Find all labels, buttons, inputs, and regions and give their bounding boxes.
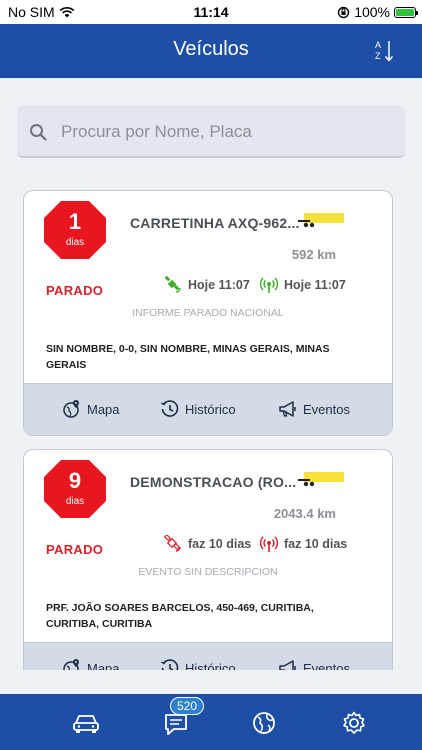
map-button[interactable]: Mapa	[62, 399, 120, 419]
gps-time-label: Hoje 11:07	[188, 278, 250, 292]
vehicle-card[interactable]: 1 dias CARRETINHA AXQ-962... 592 km PARA…	[23, 190, 393, 436]
days-stopped-badge: 1 dias	[44, 201, 106, 259]
gps-time-label: faz 10 dias	[188, 537, 252, 551]
map-button[interactable]: Mapa	[62, 658, 120, 670]
status-label: PARADO	[46, 283, 104, 298]
distance-label: 592 km	[291, 247, 336, 262]
days-number: 1	[68, 209, 82, 234]
vehicle-name: CARRETINHA AXQ-962...	[130, 215, 300, 231]
tab-settings[interactable]	[340, 710, 368, 736]
history-label: Histórico	[185, 401, 236, 417]
status-label: PARADO	[46, 542, 104, 557]
navigation-bar: Veículos A Z	[0, 24, 422, 78]
history-button[interactable]: Histórico	[160, 658, 236, 670]
events-label: Eventos	[303, 660, 350, 671]
signal-time: Hoje 11:07	[260, 275, 346, 295]
globe-pin-icon	[63, 400, 79, 418]
status-bar: No SIM 11:14 100%	[0, 0, 422, 24]
orientation-lock-icon	[337, 6, 350, 18]
signal-time-label: faz 10 dias	[284, 537, 348, 551]
card-actions: Mapa Histórico Eventos	[24, 642, 392, 670]
event-description: INFORME PARADO NACIONAL	[132, 307, 284, 319]
trailer-icon	[298, 213, 344, 228]
satellite-off-icon	[164, 535, 181, 552]
address: PRF. JOÃO SOARES BARCELOS, 450-469, CURI…	[46, 602, 314, 630]
gps-time: faz 10 dias	[164, 534, 251, 554]
signal-icon	[260, 277, 278, 293]
signal-time-label: Hoje 11:07	[284, 278, 346, 292]
battery-icon	[394, 6, 418, 18]
days-label: dias	[65, 237, 85, 248]
event-description: EVENTO SIN DESCRIPCION	[138, 566, 278, 578]
map-label: Mapa	[87, 660, 120, 671]
history-icon	[161, 400, 179, 417]
map-label: Mapa	[87, 401, 120, 417]
distance-label: 2043.4 km	[273, 506, 336, 521]
vehicle-list[interactable]: 1 dias CARRETINHA AXQ-962... 592 km PARA…	[0, 78, 422, 670]
days-label: dias	[65, 496, 85, 507]
days-number: 9	[68, 468, 82, 493]
messages-count-badge: 520	[170, 697, 204, 715]
gps-time: Hoje 11:07	[164, 275, 250, 295]
search-icon	[30, 124, 47, 141]
signal-time: faz 10 dias	[260, 534, 347, 554]
battery-label: 100%	[354, 4, 390, 20]
gear-icon	[343, 711, 365, 734]
address: SIN NOMBRE, 0-0, SIN NOMBRE, MINAS GERAI…	[46, 343, 330, 371]
globe-pin-icon	[63, 659, 79, 670]
megaphone-icon	[279, 660, 296, 670]
page-title: Veículos	[173, 38, 249, 60]
tab-vehicles[interactable]	[72, 710, 100, 736]
tab-map[interactable]	[250, 710, 278, 736]
sort-button[interactable]: A Z	[374, 38, 396, 64]
events-button[interactable]: Eventos	[278, 658, 350, 670]
svg-text:A: A	[375, 40, 381, 50]
car-icon	[73, 715, 99, 733]
megaphone-icon	[279, 401, 296, 417]
events-label: Eventos	[303, 401, 350, 417]
satellite-icon	[164, 276, 181, 293]
vehicle-card[interactable]: 9 dias DEMONSTRACAO (RO... 2043.4 km PAR…	[23, 449, 393, 670]
card-actions: Mapa Histórico Eventos	[24, 383, 392, 435]
tab-bar: 520	[0, 694, 422, 750]
history-icon	[161, 659, 179, 670]
globe-icon	[253, 712, 275, 734]
sort-az-icon: A Z	[375, 40, 394, 62]
search-bar[interactable]	[17, 106, 405, 158]
status-right: 100%	[337, 4, 418, 20]
signal-off-icon	[260, 536, 278, 552]
trailer-icon	[298, 472, 344, 487]
svg-text:Z: Z	[375, 51, 381, 61]
history-button[interactable]: Histórico	[160, 399, 236, 419]
search-input[interactable]	[61, 118, 391, 146]
vehicle-name: DEMONSTRACAO (RO...	[130, 474, 297, 490]
events-button[interactable]: Eventos	[278, 399, 350, 419]
history-label: Histórico	[185, 660, 236, 671]
days-stopped-badge: 9 dias	[44, 460, 106, 518]
